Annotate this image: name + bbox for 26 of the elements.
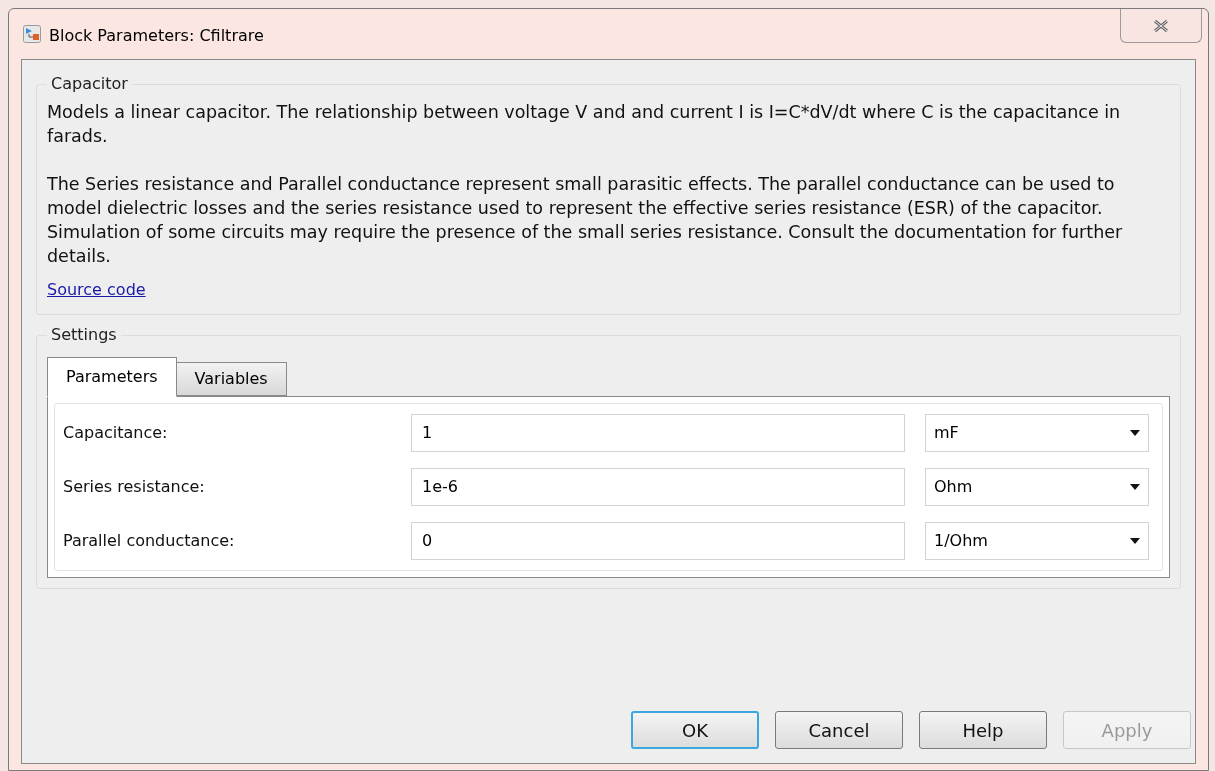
tab[interactable]: Parameters xyxy=(47,357,177,397)
dropdown-arrow-icon xyxy=(1130,430,1140,436)
value-field[interactable]: 1 xyxy=(411,414,905,452)
description-text: Models a linear capacitor. The relationship between voltage V and and current I is I=C*dV/dt where C is the capacitance in farads. xyxy=(47,101,1122,148)
dialog-button[interactable]: Help xyxy=(919,711,1047,749)
value-field[interactable]: 0 xyxy=(411,522,905,560)
parameter-label: Parallel conductance: xyxy=(63,530,236,552)
value-field[interactable]: 1e-6 xyxy=(411,468,905,506)
dialog-button[interactable]: OK xyxy=(631,711,759,749)
block-icon xyxy=(23,25,41,43)
dropdown-arrow-icon xyxy=(1130,538,1140,544)
close-icon xyxy=(1153,18,1169,33)
description-text: The Series resistance and Parallel conductance represent small parasitic effects. The parallel conductance can be used to model dielectric losses and the series resistance used to represent the effective series resistance (ESR) of the capacitor. Simulation of some circuits may require the presence of the small series resistance. Consult the documentation for further details. xyxy=(47,173,1124,268)
panel-title: Capacitor xyxy=(50,73,129,95)
window-title: Block Parameters: Cfiltrare xyxy=(49,25,264,47)
parameter-label: Series resistance: xyxy=(63,476,206,498)
unit-dropdown[interactable]: mF xyxy=(925,414,1149,452)
unit-dropdown[interactable]: 1/Ohm xyxy=(925,522,1149,560)
dialog-button[interactable]: Cancel xyxy=(775,711,903,749)
parameter-label: Capacitance: xyxy=(63,422,169,444)
dropdown-arrow-icon xyxy=(1130,484,1140,490)
close-button[interactable] xyxy=(1120,9,1202,43)
tab[interactable]: Variables xyxy=(176,362,287,396)
panel-title: Settings xyxy=(50,324,118,346)
unit-dropdown[interactable]: Ohm xyxy=(925,468,1149,506)
source-code-link[interactable]: Source code xyxy=(47,278,146,302)
